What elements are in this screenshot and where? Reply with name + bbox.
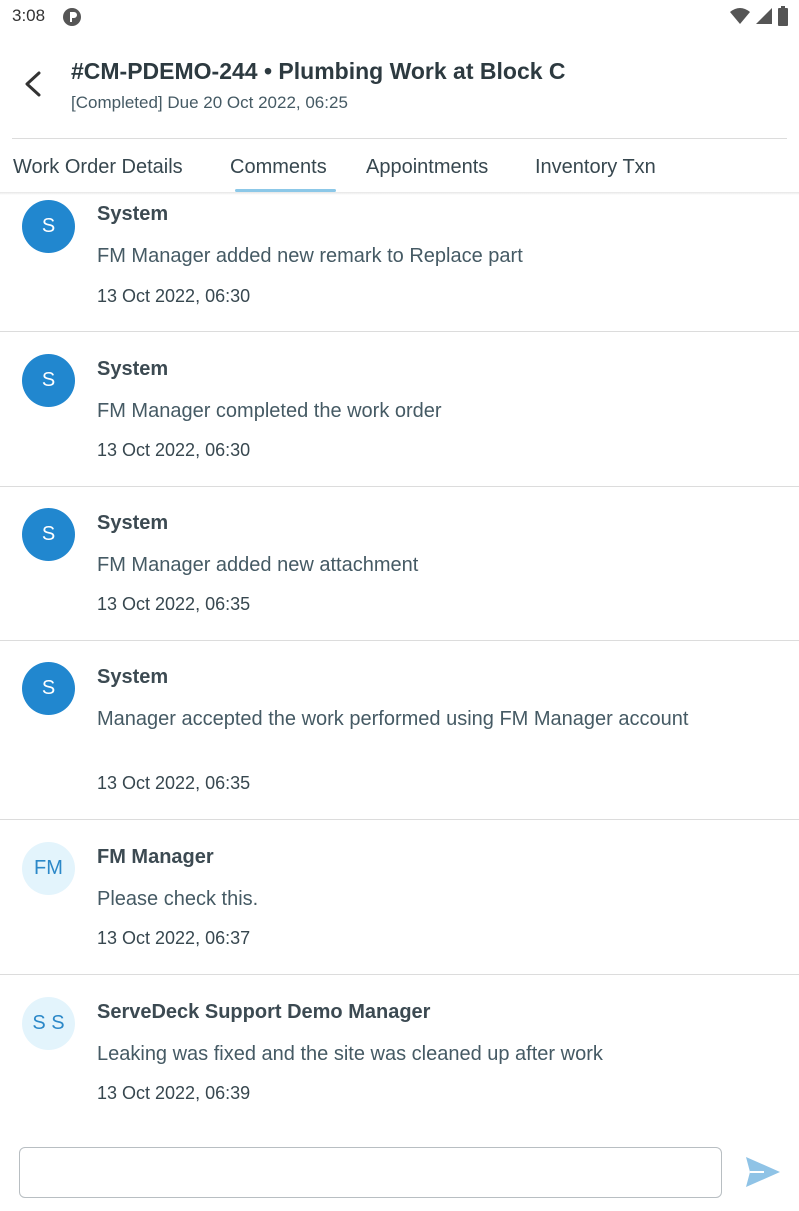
comment-item: S S ServeDeck Support Demo Manager Leaki…: [0, 975, 799, 1125]
comment-author: ServeDeck Support Demo Manager: [97, 1001, 431, 1023]
comment-time: 13 Oct 2022, 06:39: [97, 1083, 251, 1103]
comment-item: S System FM Manager added new remark to …: [0, 194, 799, 332]
comment-time: 13 Oct 2022, 06:30: [97, 286, 251, 306]
send-button[interactable]: [744, 1155, 782, 1189]
avatar: S: [22, 508, 75, 561]
status-bar: 3:08: [0, 0, 799, 32]
tab-work-order-details[interactable]: Work Order Details: [13, 156, 183, 179]
comment-item: FM FM Manager Please check this. 13 Oct …: [0, 820, 799, 975]
avatar: S S: [22, 997, 75, 1050]
app-header: #CM-PDEMO-244 • Plumbing Work at Block C…: [0, 52, 799, 132]
comment-message: Please check this.: [97, 888, 259, 910]
back-button[interactable]: [16, 64, 50, 104]
send-icon: [746, 1157, 780, 1187]
comment-message: FM Manager added new attachment: [97, 554, 419, 576]
comment-author: System: [97, 666, 169, 688]
battery-icon: [777, 6, 789, 31]
comment-input[interactable]: [19, 1147, 722, 1198]
page-subtitle: [Completed] Due 20 Oct 2022, 06:25: [71, 93, 348, 112]
tab-appointments[interactable]: Appointments: [366, 156, 488, 179]
avatar: FM: [22, 842, 75, 895]
comment-message: FM Manager completed the work order: [97, 400, 442, 422]
comment-time: 13 Oct 2022, 06:30: [97, 440, 251, 460]
comment-item: S System FM Manager added new attachment…: [0, 487, 799, 641]
comment-author: System: [97, 358, 169, 380]
comment-time: 13 Oct 2022, 06:35: [97, 773, 251, 793]
cell-signal-icon: [755, 7, 773, 30]
tab-bar: Work Order Details Comments Appointments…: [0, 139, 799, 193]
comment-time: 13 Oct 2022, 06:37: [97, 928, 251, 948]
comment-author: System: [97, 512, 169, 534]
avatar: S: [22, 200, 75, 253]
app-notification-icon: [62, 7, 82, 32]
back-arrow-icon: [25, 71, 41, 97]
comment-message: FM Manager added new remark to Replace p…: [97, 245, 523, 267]
comment-item: S System FM Manager completed the work o…: [0, 332, 799, 487]
tab-inventory-txn[interactable]: Inventory Txn: [535, 156, 656, 179]
comments-list: S System FM Manager added new remark to …: [0, 194, 799, 1125]
avatar: S: [22, 354, 75, 407]
comment-message: Manager accepted the work performed usin…: [97, 708, 689, 730]
comment-time: 13 Oct 2022, 06:35: [97, 594, 251, 614]
status-time: 3:08: [12, 6, 46, 25]
tab-comments[interactable]: Comments: [230, 156, 327, 179]
comment-author: System: [97, 203, 169, 225]
wifi-icon: [729, 7, 751, 30]
avatar: S: [22, 662, 75, 715]
page-title: #CM-PDEMO-244 • Plumbing Work at Block C: [71, 58, 566, 84]
comment-author: FM Manager: [97, 846, 214, 868]
comment-message: Leaking was fixed and the site was clean…: [97, 1043, 603, 1065]
comment-item: S System Manager accepted the work perfo…: [0, 641, 799, 820]
